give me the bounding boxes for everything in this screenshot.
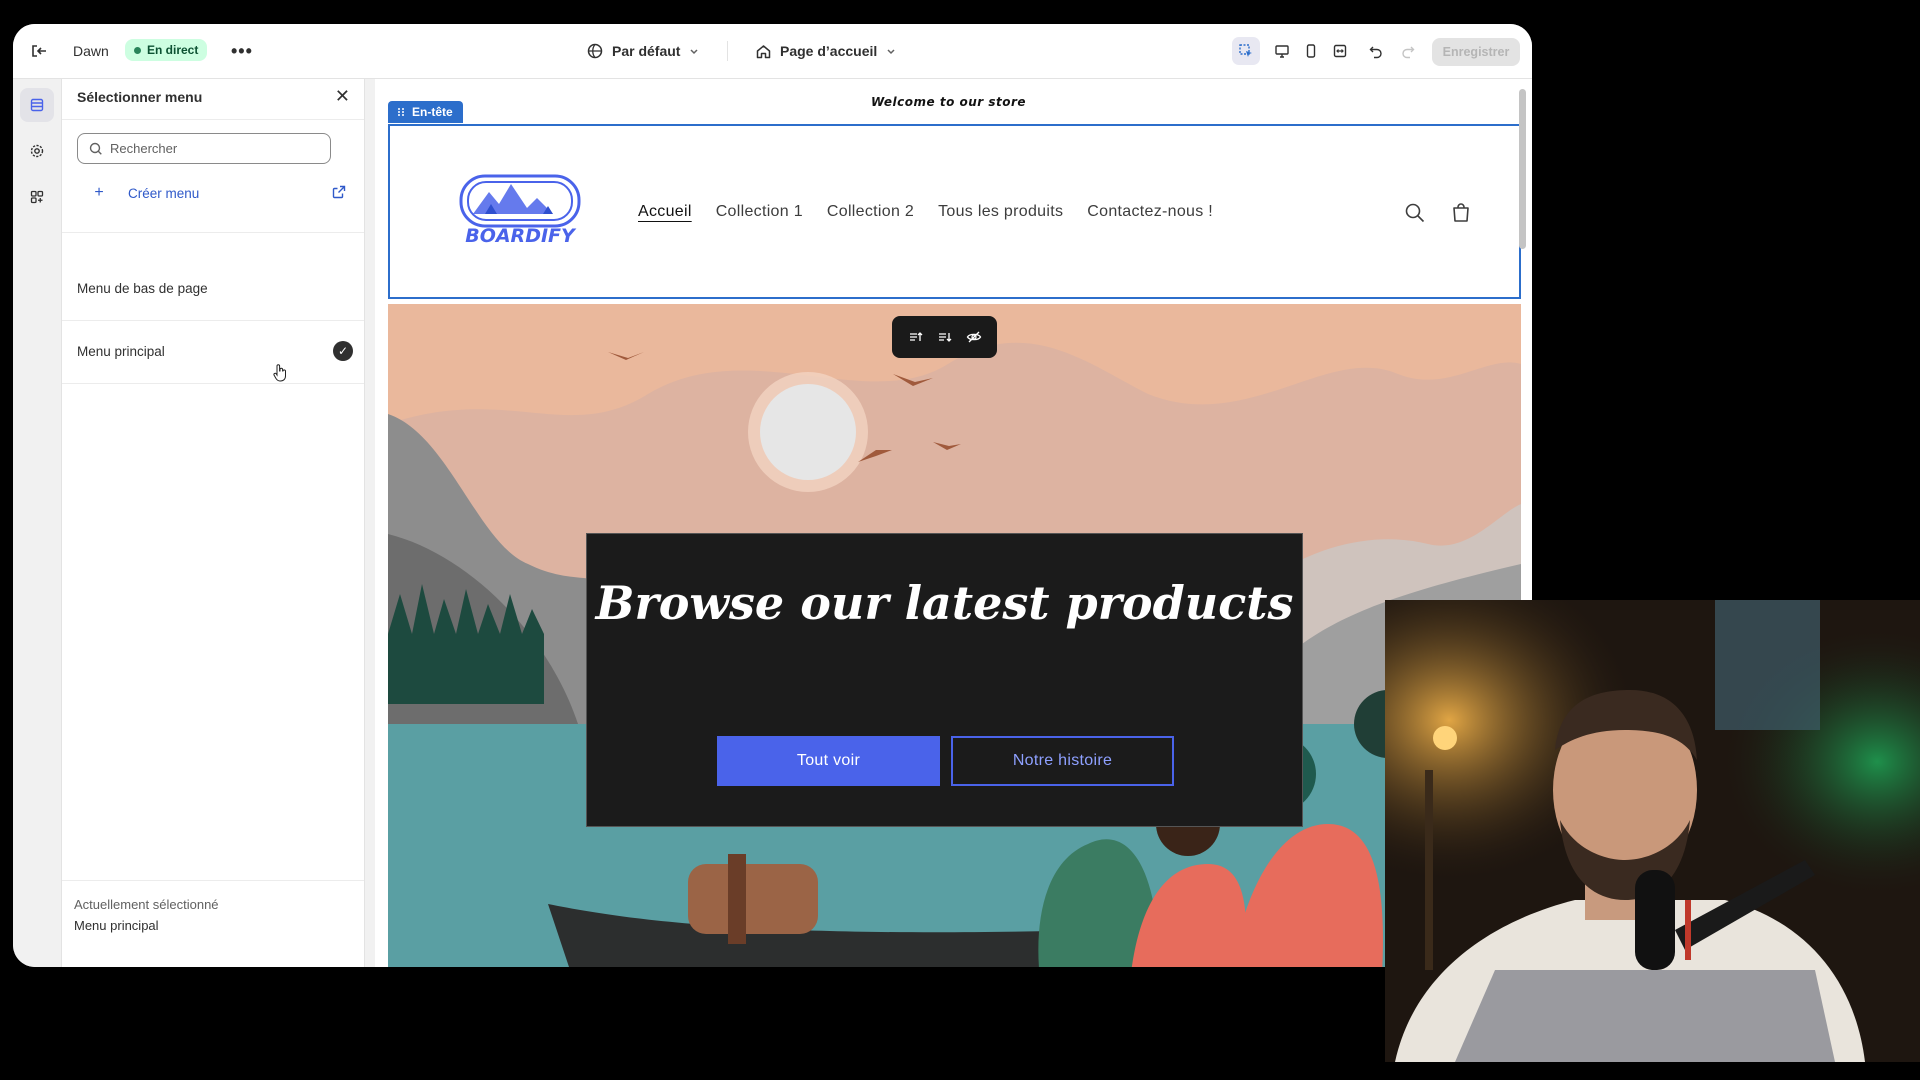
apps-button[interactable] (20, 180, 54, 214)
globe-icon (587, 43, 603, 59)
nav-link-contact[interactable]: Contactez-nous ! (1087, 203, 1213, 221)
hero-content-box: Browse our latest products Tout voir Not… (586, 533, 1303, 827)
close-icon[interactable]: ✕ (335, 86, 350, 107)
nav-link-all-products[interactable]: Tous les produits (938, 203, 1063, 221)
drag-handle-icon (398, 108, 404, 116)
editor-topbar: Dawn En direct ••• Par défaut Page d’acc… (13, 24, 1532, 79)
mobile-view-button[interactable] (1297, 37, 1325, 65)
create-menu-label: Créer menu (128, 185, 200, 201)
undo-icon (1369, 46, 1382, 59)
select-menu-panel: Sélectionner menu ✕ + Créer menu Menu de… (62, 79, 365, 967)
panel-divider (62, 320, 364, 321)
fullscreen-view-button[interactable] (1326, 37, 1354, 65)
panel-divider (62, 383, 364, 384)
undo-button[interactable] (1362, 37, 1390, 65)
shop-all-button[interactable]: Tout voir (717, 736, 940, 786)
sections-icon (30, 98, 44, 112)
move-down-icon[interactable] (936, 329, 952, 345)
search-input[interactable] (108, 140, 322, 157)
nav-link-collection-2[interactable]: Collection 2 (827, 203, 914, 221)
preset-selector[interactable]: Par défaut (586, 24, 700, 78)
more-actions-button[interactable]: ••• (231, 24, 253, 78)
desktop-view-button[interactable] (1268, 37, 1296, 65)
store-logo[interactable]: BOARDIFY (455, 168, 585, 253)
chevron-down-icon (690, 49, 698, 55)
preset-label: Par défaut (612, 43, 681, 59)
section-label-text: En-tête (412, 105, 453, 119)
menu-item-footer[interactable]: Menu de bas de page (77, 281, 208, 296)
home-icon (756, 44, 771, 58)
editor-sidebar-rail (13, 79, 62, 967)
desktop-icon (1275, 45, 1289, 58)
external-link-icon[interactable] (331, 184, 347, 200)
cart-icon[interactable] (1450, 202, 1472, 224)
gear-icon (30, 144, 44, 158)
move-up-icon[interactable] (907, 329, 923, 345)
apps-icon (30, 190, 44, 204)
current-selection-value: Menu principal (74, 918, 159, 933)
search-icon[interactable] (1404, 202, 1426, 224)
chevron-down-icon (887, 49, 895, 55)
panel-divider (62, 232, 364, 233)
plus-icon: + (94, 184, 104, 201)
boardify-logo-icon: BOARDIFY (459, 174, 581, 247)
preview-scrollbar[interactable] (1519, 89, 1526, 249)
panel-title: Sélectionner menu (77, 89, 203, 105)
hide-eye-icon[interactable] (966, 329, 982, 345)
redo-button[interactable] (1394, 37, 1422, 65)
panel-header: Sélectionner menu ✕ (62, 79, 364, 120)
sections-button[interactable] (20, 88, 54, 122)
webcam-overlay (1385, 600, 1920, 1062)
full-width-icon (1333, 44, 1347, 58)
theme-name: Dawn (73, 43, 109, 59)
block-floating-toolbar (892, 316, 997, 358)
topbar-divider (727, 41, 728, 61)
search-icon (89, 142, 102, 155)
store-header[interactable]: BOARDIFY Accueil Collection 1 Collection… (388, 124, 1521, 299)
live-badge-label: En direct (147, 43, 199, 57)
create-menu-link[interactable]: + Créer menu (77, 181, 347, 205)
page-label: Page d’accueil (780, 43, 878, 59)
selected-check-icon: ✓ (333, 341, 353, 361)
live-dot-icon (134, 46, 141, 54)
our-story-button[interactable]: Notre histoire (951, 736, 1174, 786)
save-button[interactable]: Enregistrer (1432, 38, 1520, 66)
search-field[interactable] (77, 133, 331, 164)
main-navigation: Accueil Collection 1 Collection 2 Tous l… (638, 203, 1213, 221)
announcement-bar[interactable]: Welcome to our store (390, 79, 1507, 124)
inspector-tool-button[interactable] (1232, 37, 1260, 65)
page-selector[interactable]: Page d’accueil (755, 24, 897, 78)
select-cursor-icon (1239, 44, 1252, 57)
redo-icon (1402, 46, 1415, 59)
theme-settings-button[interactable] (20, 134, 54, 168)
hand-cursor-icon (273, 364, 286, 382)
menu-item-main[interactable]: Menu principal (77, 344, 165, 359)
section-label-header[interactable]: En-tête (388, 101, 463, 123)
nav-link-collection-1[interactable]: Collection 1 (716, 203, 803, 221)
nav-link-home[interactable]: Accueil (638, 203, 692, 221)
svg-text:BOARDIFY: BOARDIFY (465, 225, 577, 247)
store-preview: Welcome to our store En-tête BOARDIFY Ac… (375, 79, 1532, 967)
live-badge: En direct (125, 39, 208, 61)
panel-footer: Actuellement sélectionné Menu principal (62, 880, 364, 967)
presenter-video (1385, 600, 1920, 1062)
hero-title: Browse our latest products (595, 576, 1294, 630)
mobile-icon (1306, 44, 1316, 58)
current-selection-label: Actuellement sélectionné (74, 897, 219, 912)
exit-icon[interactable] (27, 24, 51, 78)
